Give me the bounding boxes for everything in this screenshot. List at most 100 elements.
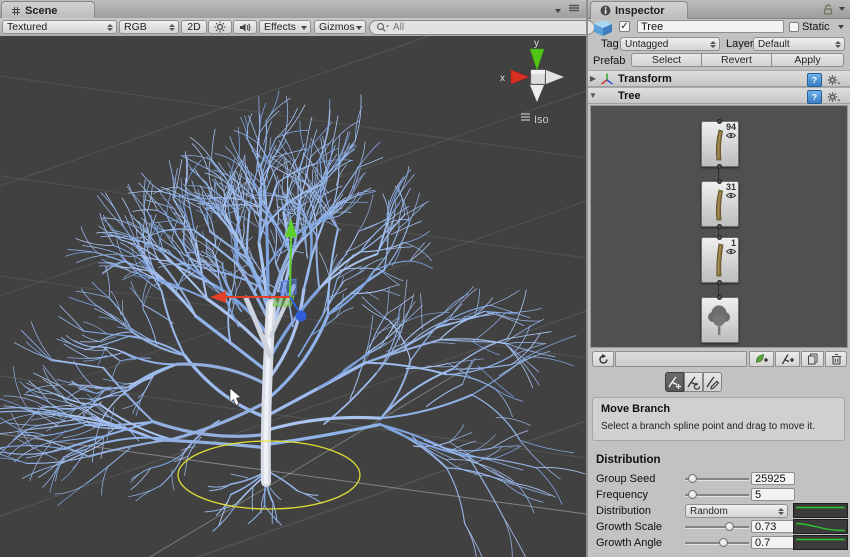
distribution-dropdown[interactable]: Random [685, 504, 788, 518]
growth-angle-curve-field[interactable] [793, 535, 848, 550]
eye-icon[interactable] [726, 132, 736, 139]
transform-gear-icon[interactable] [827, 74, 841, 86]
orientation-gizmo[interactable]: y x [500, 38, 564, 102]
foldout-expanded-icon[interactable]: ▼ [588, 91, 598, 100]
eye-icon[interactable] [726, 248, 736, 255]
toggle-2d-button[interactable]: 2D [181, 20, 207, 34]
layer-dropdown[interactable]: Default [753, 37, 845, 51]
projection-indicator[interactable]: Iso [521, 114, 549, 126]
search-input[interactable] [391, 21, 545, 34]
refresh-icon [598, 354, 609, 365]
rotate-branch-icon [686, 375, 701, 390]
eye-icon[interactable] [726, 192, 736, 199]
distribution-curve-field[interactable] [793, 503, 848, 518]
lighting-toggle-button[interactable] [208, 20, 232, 34]
help-title: Move Branch [601, 403, 670, 415]
audio-toggle-button[interactable] [233, 20, 257, 34]
node-editor-toolbar [588, 348, 850, 372]
transform-help-icon[interactable]: ? [807, 73, 822, 87]
slider-track[interactable] [685, 526, 749, 528]
scene-render: y x Iso [0, 36, 587, 557]
prefab-select-label: Select [652, 54, 681, 66]
scene-pane-menu-icon[interactable] [555, 4, 561, 16]
refresh-button[interactable] [592, 351, 614, 367]
slider-track[interactable] [685, 542, 749, 544]
scene-tab-label: Scene [25, 5, 57, 17]
tree-model[interactable] [0, 91, 585, 557]
inspector-tabbar: Inspector [588, 0, 850, 19]
prefab-revert-button[interactable]: Revert [701, 53, 772, 67]
scene-pane-list-icon[interactable] [569, 4, 579, 12]
static-flags-dropdown-icon[interactable] [838, 25, 844, 29]
gameobject-cube-icon[interactable] [593, 19, 613, 37]
growth-scale-value[interactable] [751, 520, 795, 533]
gizmo-z-arrowhead[interactable] [296, 311, 307, 322]
rotate-branch-tool-button[interactable] [684, 372, 703, 392]
group-seed-value[interactable] [751, 472, 795, 485]
add-leaf-group-button[interactable] [749, 351, 774, 367]
slider-knob[interactable] [688, 490, 697, 499]
axis-back-cone[interactable] [546, 70, 564, 84]
node-badge: 1 [731, 238, 736, 248]
growth-scale-row: Growth Scale [588, 519, 850, 535]
growth-angle-label: Growth Angle [596, 537, 662, 549]
add-branch-group-button[interactable] [775, 351, 800, 367]
axis-x-cone[interactable] [511, 70, 529, 84]
render-mode-dropdown[interactable]: RGB [119, 20, 179, 34]
branch-node-3[interactable]: 1 [701, 237, 739, 283]
caret-down-icon [356, 26, 362, 30]
branch-node-2[interactable]: 31 [701, 181, 739, 227]
gizmos-dropdown[interactable]: Gizmos [314, 20, 366, 34]
speaker-icon [239, 22, 251, 33]
duplicate-node-button[interactable] [801, 351, 824, 367]
draw-branch-tool-button[interactable] [703, 372, 722, 392]
group-seed-row: Group Seed [588, 471, 850, 487]
shading-mode-dropdown[interactable]: Textured [2, 20, 117, 34]
move-branch-tool-button[interactable] [665, 372, 684, 392]
lock-icon[interactable] [823, 4, 833, 15]
frequency-slider[interactable] [685, 488, 749, 501]
branch-plus-icon [781, 353, 795, 365]
axis-down-cone[interactable] [530, 85, 544, 102]
axis-y-cone[interactable] [530, 49, 544, 70]
group-seed-slider[interactable] [685, 472, 749, 485]
frequency-label: Frequency [596, 489, 648, 501]
inspector-menu-icon[interactable] [839, 7, 845, 11]
slider-knob[interactable] [725, 522, 734, 531]
transform-component-header[interactable]: ▶ Transform ? [588, 70, 850, 87]
delete-node-button[interactable] [825, 351, 847, 367]
gizmo-xy-plane-handle[interactable] [281, 279, 296, 297]
scene-grid-icon [11, 6, 21, 16]
tag-dropdown[interactable]: Untagged [620, 37, 720, 51]
copy-icon [807, 353, 819, 365]
active-checkbox[interactable]: ✓ [619, 21, 630, 32]
tree-node-canvas[interactable]: 94 31 1 [590, 105, 848, 348]
scene-viewport[interactable]: y x Iso [0, 36, 587, 557]
tree-root-node[interactable] [701, 297, 739, 343]
gameobject-name-field[interactable] [637, 20, 784, 33]
frequency-value[interactable] [751, 488, 795, 501]
tree-gear-icon[interactable] [827, 91, 841, 103]
prefab-apply-button[interactable]: Apply [771, 53, 844, 67]
prefab-select-button[interactable]: Select [631, 53, 702, 67]
prefab-row: Prefab Select Revert Apply [588, 53, 850, 70]
foldout-collapsed-icon[interactable]: ▶ [588, 74, 598, 83]
tag-label: Tag [601, 38, 619, 50]
scene-search-field[interactable] [369, 20, 595, 35]
slider-knob[interactable] [719, 538, 728, 547]
growth-scale-curve-field[interactable] [793, 519, 848, 534]
growth-angle-slider[interactable] [685, 536, 749, 549]
tab-inspector[interactable]: Inspector [590, 1, 688, 19]
branch-node-1[interactable]: 94 [701, 121, 739, 167]
gizmo-y-axis[interactable] [290, 236, 291, 296]
distribution-row: Distribution Random [588, 503, 850, 519]
static-checkbox[interactable] [789, 22, 799, 32]
unity-editor-window: Scene Textured RGB 2D [0, 0, 850, 557]
tree-component-header[interactable]: ▼ Tree ? [588, 87, 850, 104]
effects-dropdown[interactable]: Effects [259, 20, 311, 34]
slider-knob[interactable] [688, 474, 697, 483]
growth-angle-value[interactable] [751, 536, 795, 549]
tree-help-icon[interactable]: ? [807, 90, 822, 104]
tab-scene[interactable]: Scene [1, 1, 95, 19]
growth-scale-slider[interactable] [685, 520, 749, 533]
